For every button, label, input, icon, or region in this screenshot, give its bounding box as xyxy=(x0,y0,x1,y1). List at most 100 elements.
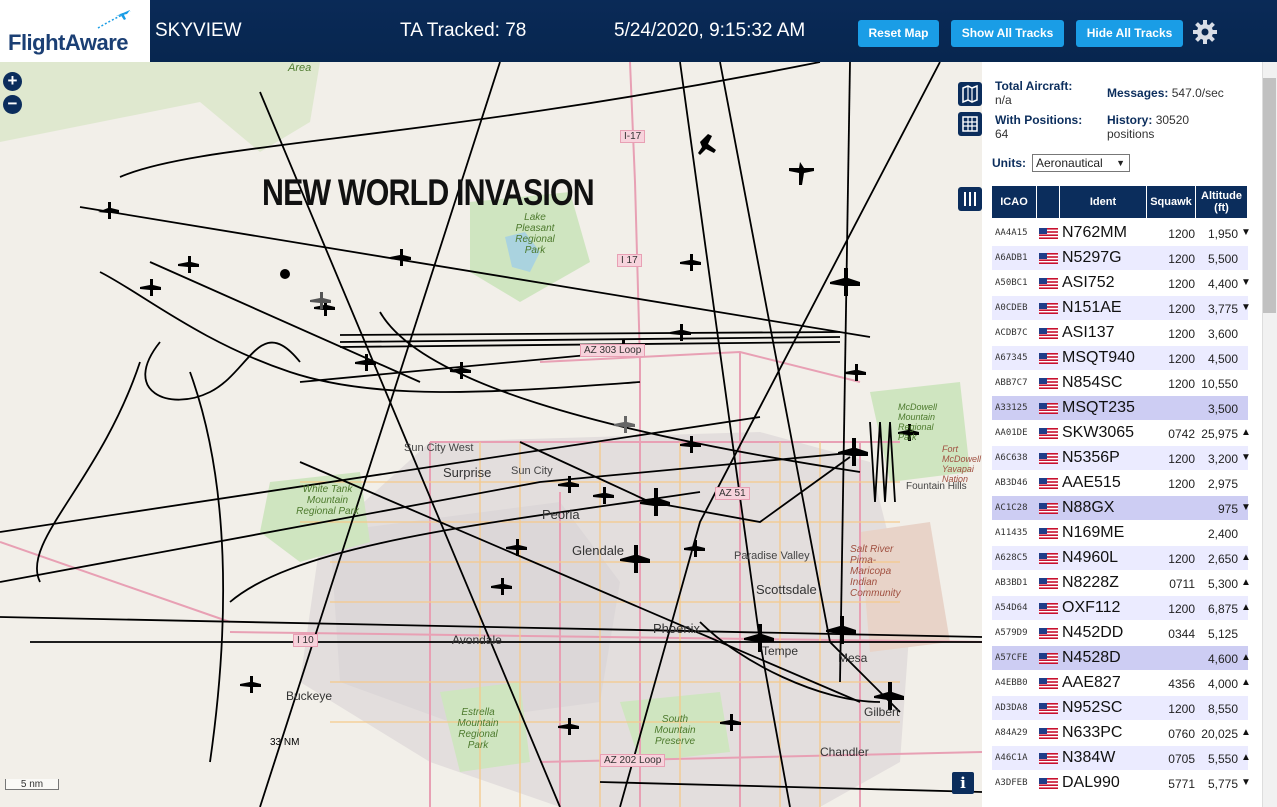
table-row[interactable]: A33125 MSQT235 3,500 xyxy=(992,396,1248,421)
table-row[interactable]: A4EBB0 AAE827 4356 4,000 ▲ xyxy=(992,671,1251,696)
gear-icon[interactable] xyxy=(1192,19,1218,45)
altitude-trend-icon: ▲ xyxy=(1241,577,1251,588)
altitude-cell: 4,600 xyxy=(1207,652,1238,666)
ident-cell: N4960L xyxy=(1062,549,1119,566)
table-row[interactable]: AA4A15 N762MM 1200 1,950 ▼ xyxy=(992,221,1251,246)
positions-value: 64 xyxy=(995,127,1009,141)
us-flag-icon xyxy=(1039,653,1058,664)
table-row[interactable]: A6ADB1 N5297G 1200 5,500 xyxy=(992,246,1248,271)
icao-cell: A67345 xyxy=(995,353,1028,363)
altitude-cell: 5,125 xyxy=(1207,627,1238,641)
icao-cell: AB3D46 xyxy=(995,478,1028,488)
reset-map-button[interactable]: Reset Map xyxy=(858,20,939,47)
ident-cell: MSQT235 xyxy=(1062,399,1135,416)
ident-cell: N4528D xyxy=(1062,649,1121,666)
table-row[interactable]: AB3D46 AAE515 1200 2,975 xyxy=(992,471,1248,496)
info-button[interactable]: i xyxy=(952,772,974,794)
sidebar-scrollbar-thumb[interactable] xyxy=(1263,78,1276,313)
clock: 5/24/2020, 9:15:32 AM xyxy=(614,20,806,41)
ident-cell: N169ME xyxy=(1062,524,1125,541)
table-row[interactable]: AC1C28 N88GX 975 ▼ xyxy=(992,496,1251,521)
ident-cell: N5356P xyxy=(1062,449,1120,466)
table-row[interactable]: A46C1A N384W 0705 5,550 ▲ xyxy=(992,746,1251,771)
altitude-trend-icon: ▼ xyxy=(1241,302,1251,313)
total-aircraft-stat: Total Aircraft: n/a xyxy=(995,79,1100,107)
table-row[interactable]: A11435 N169ME 2,400 xyxy=(992,521,1248,546)
col-icao[interactable]: ICAO xyxy=(992,186,1036,218)
table-row[interactable]: A3DFEB DAL990 5771 5,775 ▼ xyxy=(992,771,1251,796)
map-view[interactable]: Area Lake Pleasant Regional Park Sun Cit… xyxy=(0,62,982,807)
table-row[interactable]: ABB7C7 N854SC 1200 10,550 xyxy=(992,371,1248,396)
table-row[interactable]: ACDB7C ASI137 1200 3,600 xyxy=(992,321,1248,346)
sidebar-toggle-button[interactable] xyxy=(958,187,982,211)
col-squawk[interactable]: Squawk xyxy=(1147,186,1195,218)
us-flag-icon xyxy=(1039,628,1058,639)
show-all-tracks-button[interactable]: Show All Tracks xyxy=(951,20,1064,47)
flightaware-logo[interactable]: FlightAware xyxy=(0,0,150,62)
us-flag-icon xyxy=(1039,678,1058,689)
altitude-cell: 2,975 xyxy=(1207,477,1238,491)
table-row[interactable]: A50BC1 ASI752 1200 4,400 ▼ xyxy=(992,271,1251,296)
ident-cell: ASI752 xyxy=(1062,274,1115,291)
icao-cell: ABB7C7 xyxy=(995,378,1028,388)
table-row[interactable]: A67345 MSQT940 1200 4,500 xyxy=(992,346,1248,371)
altitude-cell: 8,550 xyxy=(1207,702,1238,716)
col-ident[interactable]: Ident xyxy=(1060,186,1146,218)
table-row[interactable]: A628C5 N4960L 1200 2,650 ▲ xyxy=(992,546,1251,571)
us-flag-icon xyxy=(1039,253,1058,264)
table-row[interactable]: AA01DE SKW3065 0742 25,975 ▲ xyxy=(992,421,1251,446)
altitude-cell: 6,875 xyxy=(1207,602,1238,616)
ident-cell: N384W xyxy=(1062,749,1116,766)
plane-logo-icon xyxy=(97,10,131,29)
us-flag-icon xyxy=(1039,278,1058,289)
road-label: I-17 xyxy=(620,130,646,143)
us-flag-icon xyxy=(1039,453,1058,464)
app-title: SKYVIEW xyxy=(155,20,242,41)
grid-toggle-button[interactable] xyxy=(958,112,982,136)
icao-cell: AA4A15 xyxy=(995,228,1028,238)
table-row[interactable]: A6C638 N5356P 1200 3,200 ▼ xyxy=(992,446,1251,471)
zoom-in-button[interactable]: + xyxy=(3,72,22,91)
table-row[interactable]: A579D9 N452DD 0344 5,125 xyxy=(992,621,1248,646)
total-aircraft-value: n/a xyxy=(995,93,1012,107)
squawk-cell: 1200 xyxy=(1168,602,1195,616)
icao-cell: A46C1A xyxy=(995,753,1028,763)
ident-cell: N151AE xyxy=(1062,299,1122,316)
messages-value: 547.0/sec xyxy=(1171,86,1224,100)
icao-cell: A84A29 xyxy=(995,728,1028,738)
altitude-cell: 2,400 xyxy=(1207,527,1238,541)
table-row[interactable]: A84A29 N633PC 0760 20,025 ▲ xyxy=(992,721,1251,746)
tracked-count: TA Tracked: 78 xyxy=(400,20,527,41)
col-altitude[interactable]: Altitude (ft) xyxy=(1196,186,1247,218)
map-icon xyxy=(962,84,978,104)
top-bar: FlightAware SKYVIEW TA Tracked: 78 5/24/… xyxy=(0,0,1277,62)
altitude-cell: 4,500 xyxy=(1207,352,1238,366)
messages-label: Messages: xyxy=(1107,86,1169,100)
col-altitude-label: Altitude xyxy=(1201,190,1242,202)
hide-all-tracks-button[interactable]: Hide All Tracks xyxy=(1076,20,1183,47)
col-altitude-unit: (ft) xyxy=(1214,202,1229,214)
squawk-cell: 1200 xyxy=(1168,377,1195,391)
us-flag-icon xyxy=(1039,403,1058,414)
table-row[interactable]: A54D64 OXF112 1200 6,875 ▲ xyxy=(992,596,1251,621)
altitude-trend-icon: ▲ xyxy=(1241,677,1251,688)
units-selected: Aeronautical xyxy=(1036,156,1103,170)
squawk-cell: 1200 xyxy=(1168,277,1195,291)
table-row[interactable]: A57CFE N4528D 4,600 ▲ xyxy=(992,646,1251,671)
altitude-cell: 10,550 xyxy=(1201,377,1238,391)
altitude-cell: 1,950 xyxy=(1207,227,1238,241)
icao-cell: A54D64 xyxy=(995,603,1028,613)
ident-cell: N952SC xyxy=(1062,699,1123,716)
table-row[interactable]: AD3DA8 N952SC 1200 8,550 xyxy=(992,696,1248,721)
table-row[interactable]: AB3BD1 N8228Z 0711 5,300 ▲ xyxy=(992,571,1251,596)
squawk-cell: 0344 xyxy=(1168,627,1195,641)
table-row[interactable]: A0CDEB N151AE 1200 3,775 ▼ xyxy=(992,296,1251,321)
zoom-out-button[interactable]: − xyxy=(3,95,22,114)
altitude-trend-icon: ▲ xyxy=(1241,652,1251,663)
us-flag-icon xyxy=(1039,353,1058,364)
units-select[interactable]: Aeronautical ▼ xyxy=(1032,154,1130,172)
icao-cell: A3DFEB xyxy=(995,778,1028,788)
map-layers-button[interactable] xyxy=(958,82,982,106)
col-flag[interactable] xyxy=(1037,186,1059,218)
icao-cell: A6ADB1 xyxy=(995,253,1028,263)
